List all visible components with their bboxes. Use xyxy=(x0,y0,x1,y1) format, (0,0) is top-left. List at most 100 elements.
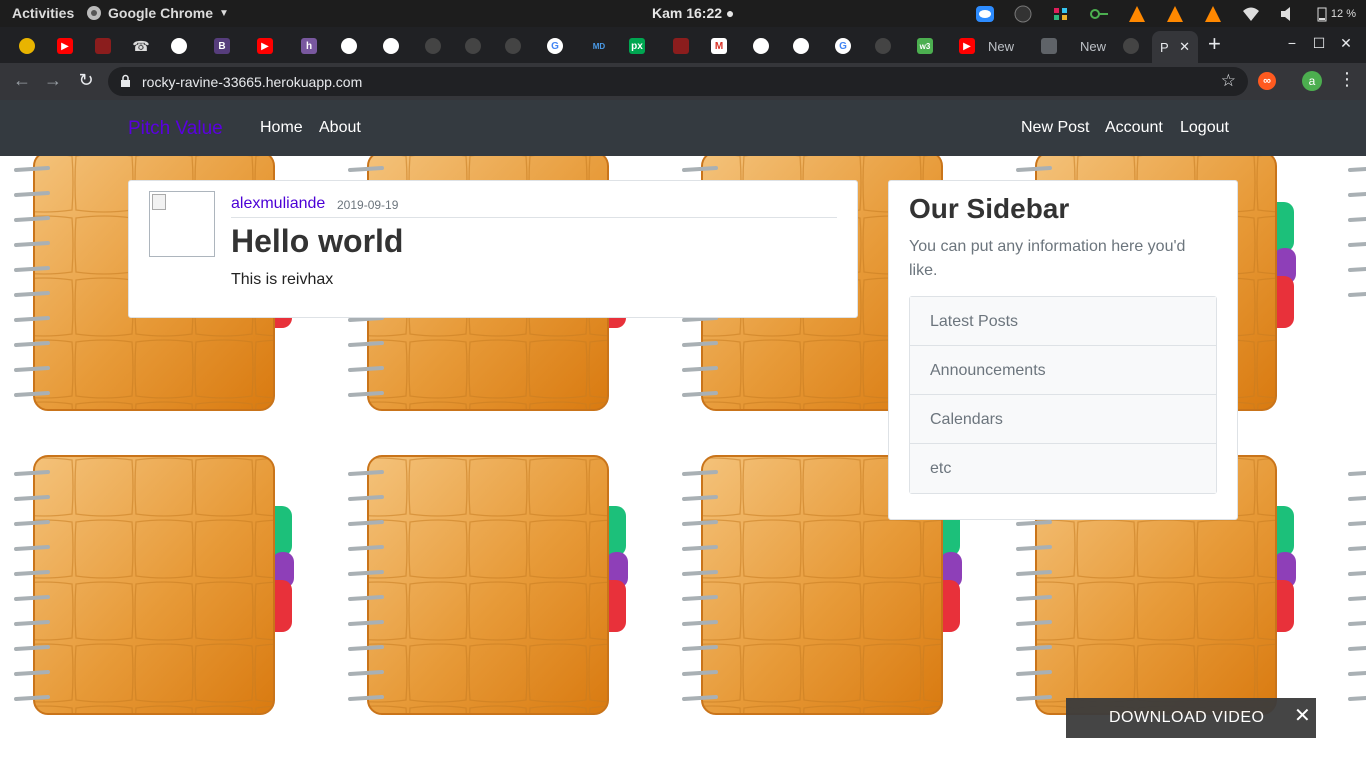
nav-link-about[interactable]: About xyxy=(319,119,361,137)
url-text[interactable]: rocky-ravine-33665.herokuapp.com xyxy=(142,74,362,90)
brand-link[interactable]: Pitch Value xyxy=(128,118,223,140)
tab[interactable] xyxy=(1032,35,1066,57)
forward-button[interactable]: → xyxy=(42,70,64,91)
wifi-icon[interactable] xyxy=(1241,5,1261,23)
tab[interactable]: px xyxy=(620,35,654,57)
globe-icon[interactable] xyxy=(1013,5,1033,23)
star-icon[interactable]: ☆ xyxy=(1221,71,1236,91)
tab[interactable] xyxy=(744,35,778,57)
tab-title: New xyxy=(1080,38,1107,54)
tab[interactable] xyxy=(416,35,450,57)
chat-icon[interactable] xyxy=(975,5,995,23)
app-menu[interactable]: Google Chrome ▼ xyxy=(86,5,229,21)
sidebar-item-calendars[interactable]: Calendars xyxy=(910,395,1216,444)
heroku-icon: h xyxy=(301,38,317,54)
tab[interactable] xyxy=(1114,35,1148,57)
app-name: Google Chrome xyxy=(108,5,214,21)
sidebar-item-etc[interactable]: etc xyxy=(910,444,1216,493)
tab[interactable]: ▶ xyxy=(48,35,82,57)
tab[interactable]: ▶ xyxy=(950,35,984,57)
volume-icon[interactable] xyxy=(1279,5,1299,23)
tab[interactable]: w3 xyxy=(908,35,942,57)
tab[interactable] xyxy=(86,35,120,57)
new-tab-button[interactable]: + xyxy=(1208,33,1228,55)
maximize-button[interactable]: ☐ xyxy=(1309,35,1329,52)
youtube-icon: ▶ xyxy=(959,38,975,54)
vlc-icon[interactable] xyxy=(1165,5,1185,23)
tab[interactable] xyxy=(374,35,408,57)
tab[interactable] xyxy=(784,35,818,57)
vlc-icon[interactable] xyxy=(1203,5,1223,23)
chevron-down-icon: ▼ xyxy=(219,7,229,19)
key-icon[interactable] xyxy=(1089,5,1109,23)
globe-icon xyxy=(383,38,399,54)
nav-link-logout[interactable]: Logout xyxy=(1180,119,1229,137)
phone-icon: ☎ xyxy=(132,37,150,54)
minimize-button[interactable]: − xyxy=(1282,35,1302,51)
close-icon[interactable]: ✕ xyxy=(1294,706,1311,726)
tab[interactable] xyxy=(664,35,698,57)
clock[interactable]: Kam 16:22 ● xyxy=(652,5,734,21)
tab[interactable] xyxy=(162,35,196,57)
lock-icon xyxy=(121,74,130,87)
tab[interactable]: New xyxy=(988,35,1032,57)
tab[interactable] xyxy=(332,35,366,57)
globe-icon xyxy=(171,38,187,54)
system-tray: 12 % xyxy=(975,3,1356,25)
author-avatar xyxy=(149,191,215,257)
menu-icon[interactable]: ⋮ xyxy=(1338,69,1356,90)
slack-icon[interactable] xyxy=(1051,5,1071,23)
profile-avatar[interactable]: a xyxy=(1302,71,1322,91)
tab[interactable]: G xyxy=(538,35,572,57)
post-content: This is reivhax xyxy=(231,271,334,288)
nav-link-account[interactable]: Account xyxy=(1105,119,1163,137)
px-icon: px xyxy=(629,38,645,54)
reload-button[interactable]: ↻ xyxy=(75,70,97,91)
tab[interactable]: G xyxy=(826,35,860,57)
active-tab[interactable]: P ✕ xyxy=(1152,31,1198,63)
github-icon xyxy=(425,38,441,54)
address-bar[interactable]: rocky-ravine-33665.herokuapp.com ☆ xyxy=(108,67,1248,96)
active-tab-title: P xyxy=(1160,39,1169,55)
google-icon: G xyxy=(835,38,851,54)
post-author-link[interactable]: alexmuliande xyxy=(231,195,325,213)
download-video-bar[interactable]: DOWNLOAD VIDEO ✕ xyxy=(1066,698,1316,738)
nav-link-home[interactable]: Home xyxy=(260,119,303,137)
tab[interactable] xyxy=(10,35,44,57)
tab[interactable]: B xyxy=(205,35,239,57)
md-icon: MD xyxy=(592,41,606,51)
github-icon xyxy=(465,38,481,54)
extension-icon[interactable]: ∞ xyxy=(1258,72,1276,90)
sidebar-item-announcements[interactable]: Announcements xyxy=(910,346,1216,395)
battery-indicator[interactable]: 12 % xyxy=(1317,6,1356,22)
tab[interactable] xyxy=(496,35,530,57)
tab[interactable]: h xyxy=(292,35,326,57)
close-window-button[interactable]: ✕ xyxy=(1336,35,1356,52)
close-icon[interactable]: ✕ xyxy=(1179,39,1190,55)
tab[interactable]: ☎ xyxy=(124,35,158,57)
youtube-icon: ▶ xyxy=(257,38,273,54)
nav-link-new-post[interactable]: New Post xyxy=(1021,119,1089,137)
download-video-label[interactable]: DOWNLOAD VIDEO xyxy=(1109,709,1264,727)
tab[interactable]: MD xyxy=(582,35,616,57)
broken-image-icon xyxy=(152,194,166,210)
github-icon xyxy=(505,38,521,54)
vlc-icon[interactable] xyxy=(1127,5,1147,23)
gmail-icon: M xyxy=(711,38,727,54)
tab[interactable]: M xyxy=(702,35,736,57)
tab[interactable] xyxy=(456,35,490,57)
app-icon xyxy=(95,38,111,54)
sidebar-item-latest-posts[interactable]: Latest Posts xyxy=(910,297,1216,346)
tab[interactable]: New xyxy=(1072,35,1116,57)
back-button[interactable]: ← xyxy=(11,70,33,91)
post-card: alexmuliande 2019-09-19 Hello world This… xyxy=(128,180,858,318)
tab[interactable] xyxy=(866,35,900,57)
chrome-icon xyxy=(19,38,35,54)
tab[interactable]: ▶ xyxy=(248,35,282,57)
activities-button[interactable]: Activities xyxy=(12,5,74,21)
sidebar-list: Latest Posts Announcements Calendars etc xyxy=(909,296,1217,494)
divider xyxy=(231,217,837,218)
tab-title: New xyxy=(988,38,1015,54)
post-title[interactable]: Hello world xyxy=(231,223,403,260)
github-icon xyxy=(875,38,891,54)
